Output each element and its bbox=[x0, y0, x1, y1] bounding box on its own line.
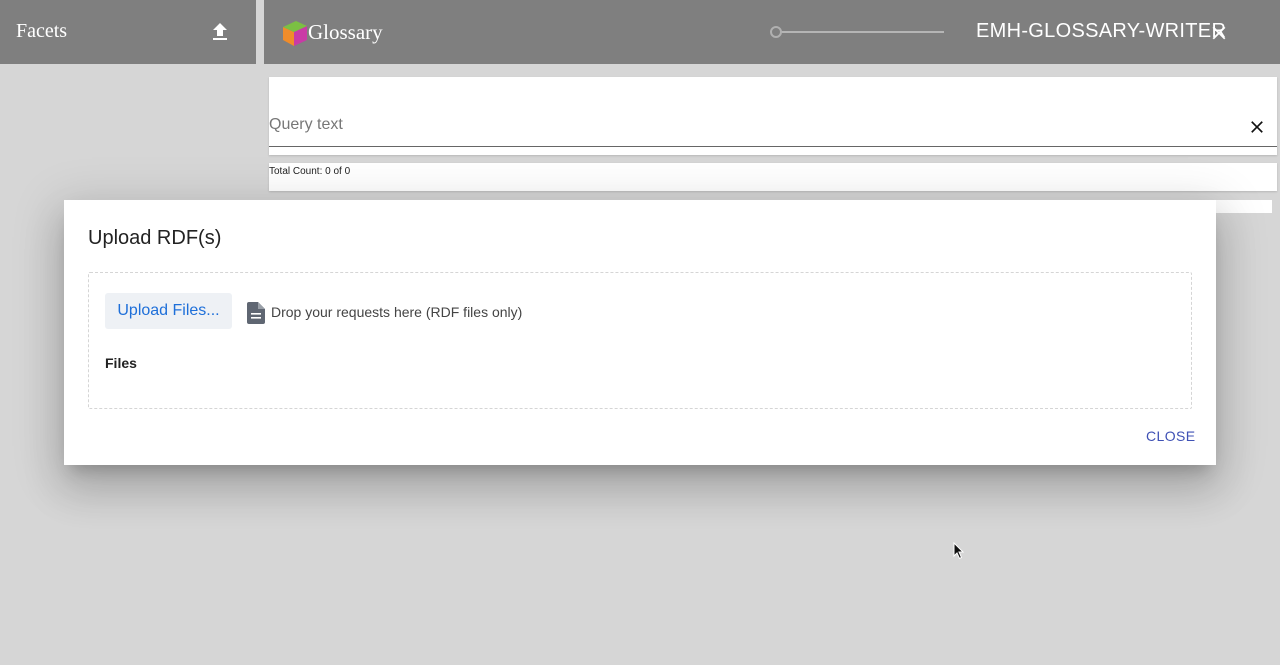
app-header: Glossary EMH-GLOSSARY-WRITER bbox=[264, 0, 1280, 64]
upload-dialog: Upload RDF(s) Upload Files... Drop your … bbox=[64, 200, 1216, 465]
close-icon[interactable] bbox=[1208, 22, 1230, 44]
cube-logo-icon bbox=[283, 21, 307, 46]
zoom-slider[interactable] bbox=[770, 24, 944, 40]
dialog-title: Upload RDF(s) bbox=[88, 227, 222, 249]
clear-search-icon[interactable] bbox=[1247, 117, 1267, 137]
facets-header: Facets bbox=[0, 0, 256, 64]
upload-icon[interactable] bbox=[208, 20, 232, 44]
file-dropzone[interactable]: Upload Files... Drop your requests here … bbox=[88, 272, 1192, 409]
slider-track bbox=[776, 31, 944, 33]
slider-thumb[interactable] bbox=[770, 26, 782, 38]
mouse-cursor-icon bbox=[953, 542, 965, 560]
upload-files-button[interactable]: Upload Files... bbox=[105, 293, 232, 329]
total-count: Total Count: 0 of 0 bbox=[269, 166, 351, 177]
files-label: Files bbox=[105, 355, 137, 371]
user-name: EMH-GLOSSARY-WRITER bbox=[976, 20, 1227, 42]
search-underline bbox=[269, 146, 1277, 147]
drop-hint-text: Drop your requests here (RDF files only) bbox=[271, 304, 523, 320]
search-card bbox=[269, 77, 1277, 155]
facets-title: Facets bbox=[16, 20, 68, 42]
app-title: Glossary bbox=[308, 20, 383, 44]
close-dialog-button[interactable]: CLOSE bbox=[1146, 428, 1195, 444]
document-icon bbox=[247, 302, 265, 324]
results-count-card: Total Count: 0 of 0 bbox=[269, 163, 1277, 191]
search-input[interactable] bbox=[269, 105, 1229, 145]
